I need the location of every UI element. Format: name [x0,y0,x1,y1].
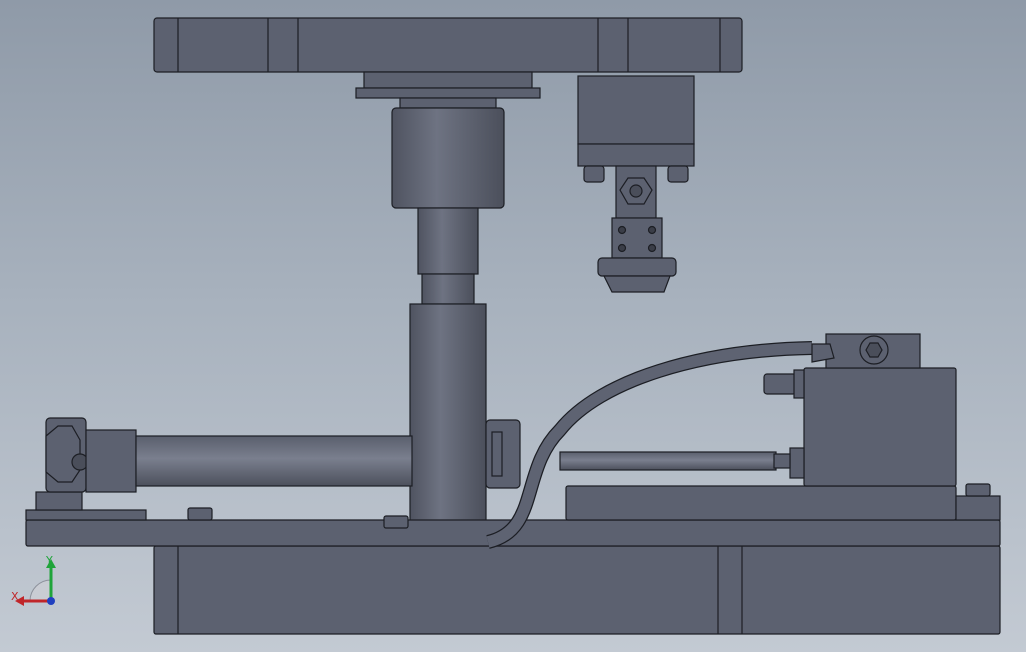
z-axis-dot [47,597,55,605]
gripper-assembly[interactable] [577,75,695,293]
coordinate-triad: Y X [8,552,68,612]
cad-graphics-area[interactable]: Y X [0,0,1026,652]
top-plate[interactable] [153,17,743,73]
vertical-column[interactable] [409,303,487,545]
assembly-model[interactable] [0,0,1026,652]
y-axis-label: Y [45,554,53,567]
x-axis-label: X [11,590,19,603]
triad-plane-icon [29,579,52,602]
rotary-actuator[interactable] [391,107,505,305]
rotary-flange[interactable] [355,71,541,109]
base-plate[interactable] [153,545,1001,635]
